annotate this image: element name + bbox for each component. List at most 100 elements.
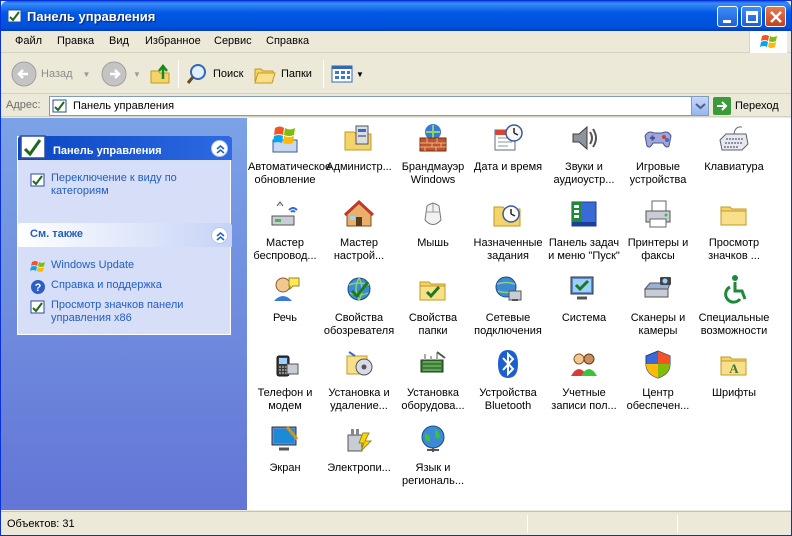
address-value: Панель управления <box>73 100 175 112</box>
scanners-icon <box>643 277 671 298</box>
network-setup-icon <box>343 199 375 227</box>
maximize-button[interactable] <box>741 6 762 27</box>
toolbar-divider <box>178 60 179 88</box>
svg-text:?: ? <box>35 282 42 294</box>
menu-edit[interactable]: Правка <box>57 35 94 47</box>
forward-button[interactable]: ▼ <box>101 58 141 90</box>
firewall-icon <box>419 124 447 152</box>
menu-bar: Файл Правка Вид Избранное Сервис Справка <box>1 31 791 53</box>
toolbar-divider <box>323 60 324 88</box>
views-button[interactable]: ▼ <box>330 58 364 90</box>
menu-tools[interactable]: Сервис <box>214 35 252 47</box>
item-label: Устройства Bluetooth <box>479 387 537 412</box>
panel-header[interactable]: Панель управления <box>18 135 232 160</box>
address-label: Адрес: <box>6 99 41 111</box>
chevron-down-icon[interactable]: ▼ <box>133 70 141 79</box>
item-label: Автоматическое обновление <box>248 161 332 186</box>
item-label: Центр обеспечен... <box>626 387 690 412</box>
chevron-down-icon[interactable]: ▼ <box>356 70 364 79</box>
menu-file[interactable]: Файл <box>15 35 42 47</box>
object-count: Объектов: 31 <box>7 518 75 530</box>
item-label: Мастер беспровод... <box>253 237 317 262</box>
item-label: Сетевые подключения <box>474 312 542 337</box>
item-label: Свойства папки <box>408 312 458 337</box>
item-label: Принтеры и факсы <box>627 237 689 262</box>
switch-category-view-link[interactable]: Переключение к виду по категориям <box>30 172 191 198</box>
close-button[interactable] <box>765 6 786 27</box>
power-options-icon <box>347 429 373 452</box>
item-label: Звуки и аудиоустр... <box>553 161 615 186</box>
see-also-panel: См. также Windows Update ? Справка и под… <box>17 223 232 335</box>
collapse-icon[interactable] <box>211 140 228 157</box>
chevron-down-icon <box>695 103 706 110</box>
item-label: Панель задач и меню "Пуск" <box>548 237 620 262</box>
item-label: Назначенные задания <box>473 237 543 262</box>
item-label: Экран <box>269 462 301 474</box>
control-panel-tasks: Панель управления Переключение к виду по… <box>17 135 232 230</box>
chevron-down-icon[interactable]: ▼ <box>83 70 91 79</box>
control-panel-icon <box>52 99 67 113</box>
back-arrow-icon <box>11 61 37 87</box>
windows-update-link[interactable]: Windows Update <box>30 259 134 275</box>
date-time-icon <box>494 124 523 151</box>
item-label: Электропи... <box>327 462 391 474</box>
collapse-icon[interactable] <box>211 227 228 244</box>
control-panel-icon <box>7 9 22 23</box>
control-panel-window: Панель управления Файл Правка Вид Избран… <box>0 0 792 536</box>
network-connections-icon <box>495 276 522 301</box>
add-hardware-icon <box>420 351 446 373</box>
control-panel-items: Автоматическое обновление Администр... Бра… <box>247 118 791 510</box>
item-label: Установка и удаление... <box>328 387 390 412</box>
folders-icon <box>254 68 276 84</box>
address-bar: Адрес: Панель управления Переход <box>1 95 791 117</box>
folders-button[interactable]: Папки <box>253 58 312 90</box>
folder-options-icon <box>419 281 446 301</box>
regional-options-icon <box>421 425 445 452</box>
item-label: Клавиатура <box>704 161 764 173</box>
go-arrow-icon <box>713 97 731 115</box>
menu-favorites[interactable]: Избранное <box>145 35 201 47</box>
back-button[interactable]: Назад ▼ <box>11 58 90 90</box>
view-x86-icons-link[interactable]: Просмотр значков панели управления x86 <box>30 299 201 325</box>
address-input[interactable]: Панель управления <box>49 96 709 116</box>
status-bar: Объектов: 31 <box>1 511 791 535</box>
scheduled-tasks-icon <box>493 205 521 227</box>
help-support-link[interactable]: ? Справка и поддержка <box>30 279 162 295</box>
keyboard-icon <box>719 126 749 151</box>
game-controllers-icon <box>644 131 672 148</box>
user-accounts-icon <box>571 353 597 376</box>
menu-view[interactable]: Вид <box>109 35 129 47</box>
accessibility-icon <box>724 275 747 304</box>
fonts-icon: A <box>720 356 747 376</box>
item-label: Мастер настрой... <box>333 237 385 262</box>
display-icon <box>271 426 299 451</box>
search-button[interactable]: Поиск <box>185 58 243 90</box>
up-folder-icon <box>150 63 170 84</box>
speech-icon <box>274 277 300 301</box>
printers-icon <box>645 200 671 228</box>
panel-header[interactable]: См. также <box>18 223 232 247</box>
item-label: Специальные возможности <box>698 312 770 337</box>
item-label: Язык и региональ... <box>401 462 465 487</box>
go-button[interactable]: Переход <box>713 97 779 115</box>
item-label: Шрифты <box>711 387 757 399</box>
item-label: Мышь <box>417 237 449 249</box>
forward-arrow-icon <box>101 61 127 87</box>
item-label: Администр... <box>326 161 392 173</box>
windows-logo-icon <box>749 31 787 53</box>
status-divider <box>527 515 528 533</box>
item-label: Свойства обозревателя <box>323 312 395 337</box>
title-bar[interactable]: Панель управления <box>1 1 791 31</box>
internet-options-icon <box>347 277 371 301</box>
up-folder-button[interactable] <box>149 58 173 90</box>
task-pane: Панель управления Переключение к виду по… <box>1 118 247 510</box>
views-icon <box>331 65 353 83</box>
control-panel-icon <box>30 300 45 314</box>
item-label: Речь <box>272 312 298 324</box>
address-dropdown-button[interactable] <box>691 97 708 115</box>
minimize-button[interactable] <box>717 6 738 27</box>
folder-icon <box>720 206 747 226</box>
menu-help[interactable]: Справка <box>266 35 309 47</box>
mouse-icon <box>424 202 442 225</box>
wireless-wizard-icon <box>271 201 298 226</box>
